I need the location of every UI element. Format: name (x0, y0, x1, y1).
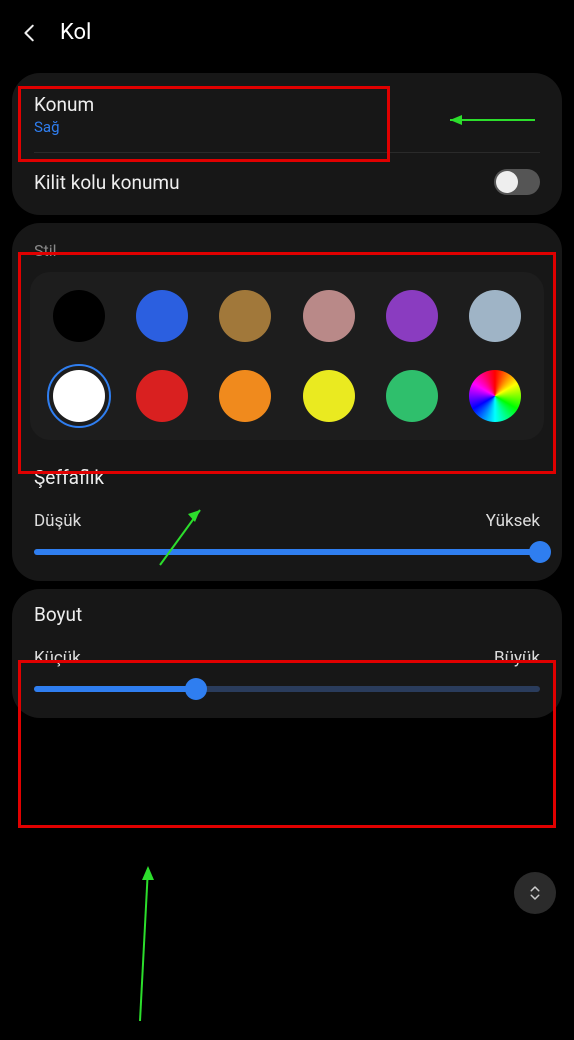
card-style: Stil Şeffaflık Düşük Yüksek (12, 223, 562, 581)
color-swatch[interactable] (469, 370, 521, 422)
swatch-grid (30, 272, 544, 440)
opacity-section: Şeffaflık Düşük Yüksek (12, 456, 562, 577)
opacity-high-label: Yüksek (486, 511, 540, 531)
opacity-fill (34, 549, 540, 555)
row-position[interactable]: Konum Sağ (12, 77, 562, 152)
position-value: Sağ (34, 118, 94, 136)
color-swatch[interactable] (219, 370, 271, 422)
opacity-thumb[interactable] (529, 541, 551, 563)
card-size: Boyut Küçük Büyük (12, 589, 562, 718)
color-swatch[interactable] (136, 290, 188, 342)
chevrons-vertical-icon (526, 884, 544, 902)
color-swatch[interactable] (53, 370, 105, 422)
size-fill (34, 686, 196, 692)
page-title: Kol (60, 20, 91, 45)
size-high-label: Büyük (494, 648, 540, 668)
size-slider[interactable] (34, 686, 540, 692)
annotation-arrow-icon (120, 856, 170, 1026)
scroll-indicator-button[interactable] (514, 872, 556, 914)
color-swatch[interactable] (386, 290, 438, 342)
color-swatch[interactable] (386, 370, 438, 422)
card-position: Konum Sağ Kilit kolu konumu (12, 73, 562, 215)
row-lock[interactable]: Kilit kolu konumu (12, 153, 562, 211)
size-section: Boyut Küçük Büyük (12, 593, 562, 714)
size-low-label: Küçük (34, 648, 81, 668)
opacity-slider[interactable] (34, 549, 540, 555)
color-swatch[interactable] (303, 370, 355, 422)
color-swatch[interactable] (136, 370, 188, 422)
lock-toggle[interactable] (494, 169, 540, 195)
opacity-low-label: Düşük (34, 511, 81, 531)
color-swatch[interactable] (219, 290, 271, 342)
color-swatch[interactable] (53, 290, 105, 342)
color-swatch[interactable] (469, 290, 521, 342)
position-title: Konum (34, 93, 94, 116)
lock-title: Kilit kolu konumu (34, 171, 180, 194)
size-title: Boyut (34, 603, 540, 626)
opacity-title: Şeffaflık (34, 466, 540, 489)
back-icon[interactable] (18, 21, 42, 45)
color-swatch[interactable] (303, 290, 355, 342)
style-label: Stil (12, 227, 562, 266)
size-thumb[interactable] (185, 678, 207, 700)
